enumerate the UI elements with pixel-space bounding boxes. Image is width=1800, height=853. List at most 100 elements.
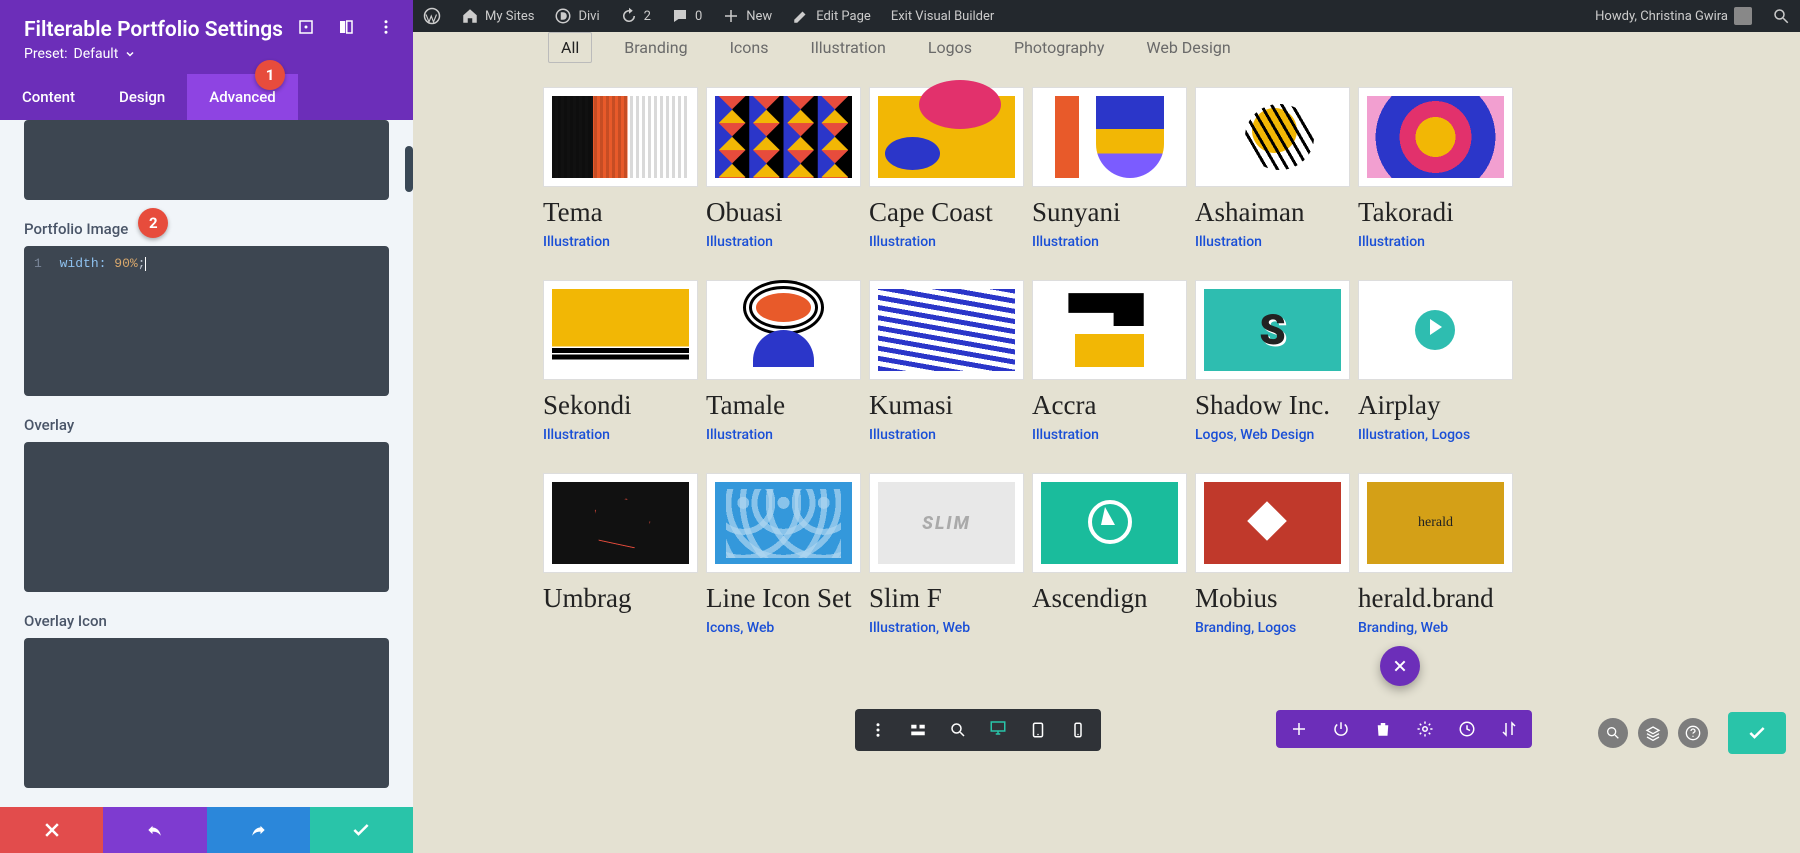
panel-scrollbar-thumb[interactable] bbox=[405, 146, 413, 192]
portfolio-item[interactable]: ObuasiIllustration bbox=[706, 87, 861, 250]
updates-link[interactable]: 2 bbox=[610, 0, 661, 32]
thumb bbox=[1358, 87, 1513, 187]
filter-icons[interactable]: Icons bbox=[720, 32, 779, 63]
portfolio-item[interactable]: SekondiIllustration bbox=[543, 280, 698, 443]
code-area-prev[interactable] bbox=[24, 120, 389, 200]
comments-link[interactable]: 0 bbox=[661, 0, 712, 32]
item-title: Tamale bbox=[706, 390, 861, 421]
settings-tabs: Content Design Advanced bbox=[0, 74, 413, 120]
tab-content[interactable]: Content bbox=[0, 74, 97, 120]
tab-design[interactable]: Design bbox=[97, 74, 187, 120]
item-title: Cape Coast bbox=[869, 197, 1024, 228]
desktop-icon[interactable] bbox=[989, 719, 1007, 737]
portfolio-item[interactable]: Tamale Illustration bbox=[706, 280, 861, 443]
item-cats[interactable]: Illustration bbox=[1358, 234, 1513, 250]
portfolio-item[interactable]: Cape Coast Illustration bbox=[869, 87, 1024, 250]
item-cats[interactable]: Illustration bbox=[1032, 234, 1187, 250]
filter-all[interactable]: All bbox=[548, 32, 592, 63]
vb-help-button[interactable] bbox=[1678, 718, 1708, 748]
cancel-button[interactable] bbox=[0, 807, 103, 853]
wp-logo[interactable] bbox=[413, 0, 451, 32]
thumb bbox=[1195, 473, 1350, 573]
redo-button[interactable] bbox=[207, 807, 310, 853]
item-cats[interactable]: Illustration, Logos bbox=[1358, 427, 1513, 443]
snap-icon[interactable] bbox=[337, 18, 355, 36]
plus-icon[interactable] bbox=[1290, 720, 1308, 738]
code-area-overlay-icon[interactable] bbox=[24, 638, 389, 788]
vb-save-button[interactable] bbox=[1728, 712, 1786, 754]
item-cats[interactable]: Illustration bbox=[543, 427, 698, 443]
item-cats[interactable]: Illustration bbox=[706, 234, 861, 250]
vb-view-bar bbox=[855, 709, 1101, 751]
phone-icon[interactable] bbox=[1069, 721, 1087, 739]
wireframe-icon[interactable] bbox=[909, 721, 927, 739]
trash-icon[interactable] bbox=[1374, 720, 1392, 738]
portfolio-item[interactable]: Accra Illustration bbox=[1032, 280, 1187, 443]
portfolio-item[interactable]: MobiusBranding, Logos bbox=[1195, 473, 1350, 636]
new-link[interactable]: New bbox=[712, 0, 782, 32]
more-icon[interactable] bbox=[869, 721, 887, 739]
exit-vb-link[interactable]: Exit Visual Builder bbox=[881, 0, 1004, 32]
portfolio-item[interactable]: SLIMSlim FIllustration, Web bbox=[869, 473, 1024, 636]
thumb bbox=[1032, 473, 1187, 573]
item-cats[interactable]: Logos, Web Design bbox=[1195, 427, 1350, 443]
portfolio-item[interactable]: Umbrag bbox=[543, 473, 698, 636]
editpage-link[interactable]: Edit Page bbox=[782, 0, 881, 32]
item-title: Kumasi bbox=[869, 390, 1024, 421]
gear-icon[interactable] bbox=[1416, 720, 1434, 738]
divi-link[interactable]: Divi bbox=[544, 0, 609, 32]
filter-branding[interactable]: Branding bbox=[614, 32, 697, 63]
code-area-overlay[interactable] bbox=[24, 442, 389, 592]
power-icon[interactable] bbox=[1332, 720, 1350, 738]
thumb bbox=[869, 87, 1024, 187]
portfolio-item[interactable]: AirplayIllustration, Logos bbox=[1358, 280, 1513, 443]
history-icon[interactable] bbox=[1458, 720, 1476, 738]
filter-webdesign[interactable]: Web Design bbox=[1136, 32, 1240, 63]
portfolio-item[interactable]: SunyaniIllustration bbox=[1032, 87, 1187, 250]
vb-layers-button[interactable] bbox=[1638, 718, 1668, 748]
more-icon[interactable] bbox=[377, 18, 395, 36]
zoom-icon[interactable] bbox=[949, 721, 967, 739]
portfolio-item[interactable]: Shadow Inc. Logos, Web Design bbox=[1195, 280, 1350, 443]
portfolio-item[interactable]: Kumasi Illustration bbox=[869, 280, 1024, 443]
item-title: Accra bbox=[1032, 390, 1187, 421]
portfolio-item[interactable]: Ascendign bbox=[1032, 473, 1187, 636]
portfolio-item[interactable]: herald.brandBranding, Web bbox=[1358, 473, 1513, 636]
vb-search-button[interactable] bbox=[1598, 718, 1628, 748]
exit-vb-label: Exit Visual Builder bbox=[891, 9, 994, 24]
item-cats[interactable]: Illustration bbox=[869, 427, 1024, 443]
code-area-portfolio-image[interactable]: 1 width: 90%; bbox=[24, 246, 389, 396]
thumb bbox=[1195, 87, 1350, 187]
item-cats[interactable]: Illustration bbox=[1032, 427, 1187, 443]
sort-icon[interactable] bbox=[1500, 720, 1518, 738]
filter-photography[interactable]: Photography bbox=[1004, 32, 1114, 63]
portfolio-item[interactable]: AshaimanIllustration bbox=[1195, 87, 1350, 250]
item-title: Ascendign bbox=[1032, 583, 1187, 614]
item-cats[interactable]: Illustration bbox=[1195, 234, 1350, 250]
item-cats[interactable]: Branding, Logos bbox=[1195, 620, 1350, 636]
filter-illustration[interactable]: Illustration bbox=[801, 32, 896, 63]
search-toggle[interactable] bbox=[1762, 0, 1800, 32]
vb-right-controls bbox=[1598, 712, 1786, 754]
mysites-link[interactable]: My Sites bbox=[451, 0, 544, 32]
item-cats[interactable]: Illustration bbox=[543, 234, 698, 250]
thumb bbox=[543, 87, 698, 187]
expand-icon[interactable] bbox=[297, 18, 315, 36]
portfolio-item[interactable]: TakoradiIllustration bbox=[1358, 87, 1513, 250]
preset-dropdown[interactable]: Preset: Default bbox=[24, 46, 389, 62]
undo-button[interactable] bbox=[103, 807, 206, 853]
item-cats[interactable]: Illustration bbox=[706, 427, 861, 443]
item-cats[interactable]: Branding, Web bbox=[1358, 620, 1513, 636]
item-cats[interactable]: Icons, Web bbox=[706, 620, 861, 636]
save-button[interactable] bbox=[310, 807, 413, 853]
item-title: Line Icon Set bbox=[706, 583, 861, 614]
tablet-icon[interactable] bbox=[1029, 721, 1047, 739]
portfolio-item[interactable]: Line Icon Set Icons, Web bbox=[706, 473, 861, 636]
howdy-link[interactable]: Howdy, Christina Gwira bbox=[1585, 0, 1762, 32]
filter-logos[interactable]: Logos bbox=[918, 32, 982, 63]
portfolio-item[interactable]: TemaIllustration bbox=[543, 87, 698, 250]
item-title: Shadow Inc. bbox=[1195, 390, 1350, 421]
item-cats[interactable]: Illustration, Web bbox=[869, 620, 1024, 636]
item-cats[interactable]: Illustration bbox=[869, 234, 1024, 250]
divi-close-button[interactable] bbox=[1380, 646, 1420, 686]
